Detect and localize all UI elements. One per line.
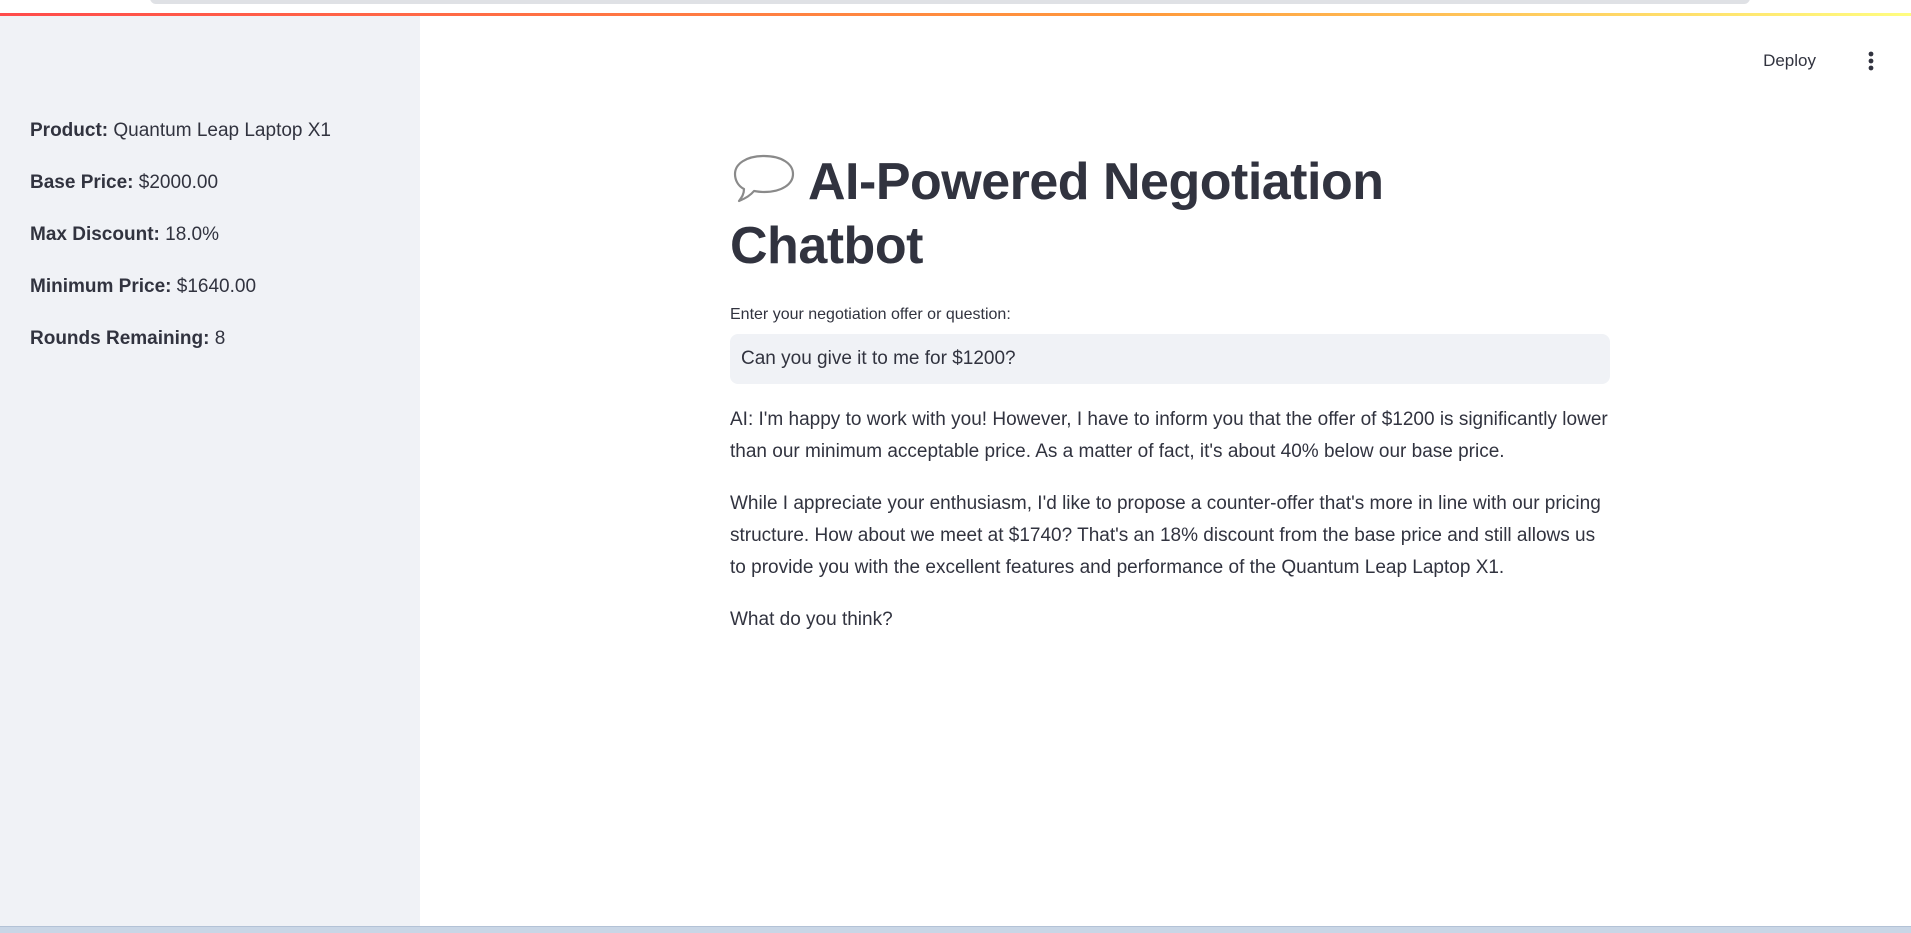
main-menu-button[interactable] bbox=[1856, 46, 1886, 76]
title-line-1: AI-Powered Negotiation bbox=[808, 153, 1384, 211]
browser-tab-bar bbox=[150, 0, 1750, 4]
rounds-remaining-info: Rounds Remaining: 8 bbox=[30, 326, 331, 378]
max-discount-label: Max Discount: bbox=[30, 224, 160, 245]
product-label: Product: bbox=[30, 120, 109, 141]
rounds-remaining-value: 8 bbox=[214, 328, 226, 349]
base-price-value: $2000.00 bbox=[138, 172, 219, 193]
response-paragraph-1: AI: I'm happy to work with you! However,… bbox=[730, 409, 1608, 462]
title-line-2: Chatbot bbox=[730, 217, 923, 275]
max-discount-value: 18.0% bbox=[165, 224, 220, 245]
ai-response: AI: I'm happy to work with you! However,… bbox=[730, 404, 1610, 636]
sidebar-content: Product: Quantum Leap Laptop X1 Base Pri… bbox=[30, 118, 331, 378]
product-info: Product: Quantum Leap Laptop X1 bbox=[30, 118, 331, 170]
negotiation-input[interactable] bbox=[730, 334, 1610, 384]
max-discount-info: Max Discount: 18.0% bbox=[30, 222, 331, 274]
negotiation-input-label: Enter your negotiation offer or question… bbox=[730, 306, 1011, 323]
sidebar: Product: Quantum Leap Laptop X1 Base Pri… bbox=[0, 16, 420, 926]
response-paragraph-3: What do you think? bbox=[730, 609, 893, 630]
taskbar-strip bbox=[0, 926, 1911, 933]
app-header: Deploy bbox=[420, 16, 1911, 102]
vertical-ellipsis-icon bbox=[1868, 51, 1874, 71]
page-title: AI-Powered Negotiation Chatbot bbox=[730, 150, 1610, 278]
base-price-label: Base Price: bbox=[30, 172, 134, 193]
speech-bubble-icon bbox=[733, 154, 795, 203]
header-decoration-bar bbox=[0, 13, 1911, 16]
rounds-remaining-label: Rounds Remaining: bbox=[30, 328, 210, 349]
deploy-button[interactable]: Deploy bbox=[1753, 46, 1826, 76]
streamlit-app: Product: Quantum Leap Laptop X1 Base Pri… bbox=[0, 0, 1911, 933]
minimum-price-value: $1640.00 bbox=[176, 276, 257, 297]
minimum-price-info: Minimum Price: $1640.00 bbox=[30, 274, 331, 326]
response-paragraph-2: While I appreciate your enthusiasm, I'd … bbox=[730, 493, 1601, 578]
base-price-info: Base Price: $2000.00 bbox=[30, 170, 331, 222]
browser-top-strip bbox=[0, 0, 1911, 14]
minimum-price-label: Minimum Price: bbox=[30, 276, 172, 297]
main-content: AI-Powered Negotiation Chatbot Enter you… bbox=[730, 150, 1610, 656]
product-value: Quantum Leap Laptop X1 bbox=[113, 120, 331, 141]
